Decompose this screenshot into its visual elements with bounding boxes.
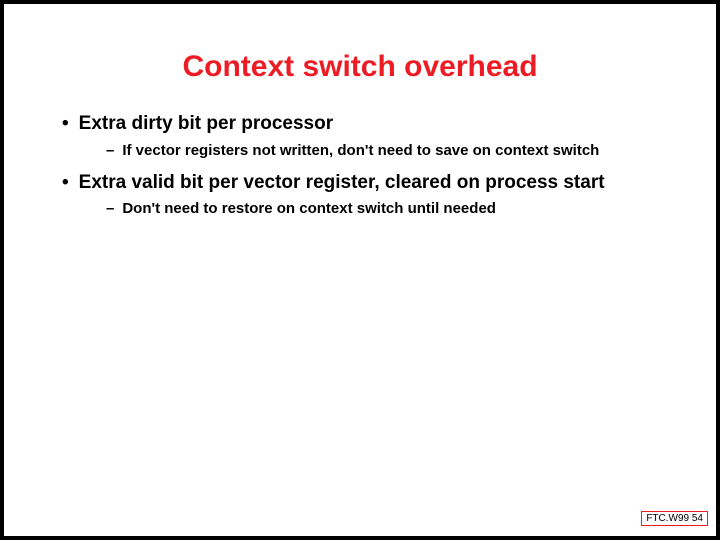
bullet-level2: – Don't need to restore on context switc… — [106, 200, 676, 219]
bullet-dash-icon: – — [106, 142, 114, 161]
bullet-dot-icon: • — [62, 112, 69, 136]
bullet-level1: • Extra dirty bit per processor — [62, 112, 676, 136]
bullet-level1: • Extra valid bit per vector register, c… — [62, 171, 676, 195]
bullet-text: Extra dirty bit per processor — [79, 112, 333, 136]
bullet-dash-icon: – — [106, 200, 114, 219]
bullet-list: • Extra dirty bit per processor – If vec… — [44, 112, 676, 219]
slide-title: Context switch overhead — [44, 50, 676, 84]
bullet-text: If vector registers not written, don't n… — [122, 142, 599, 161]
slide: Context switch overhead • Extra dirty bi… — [4, 4, 716, 536]
bullet-level2: – If vector registers not written, don't… — [106, 142, 676, 161]
slide-footer: FTC.W99 54 — [641, 511, 708, 526]
bullet-text: Don't need to restore on context switch … — [122, 200, 496, 219]
bullet-dot-icon: • — [62, 171, 69, 195]
bullet-text: Extra valid bit per vector register, cle… — [79, 171, 605, 195]
